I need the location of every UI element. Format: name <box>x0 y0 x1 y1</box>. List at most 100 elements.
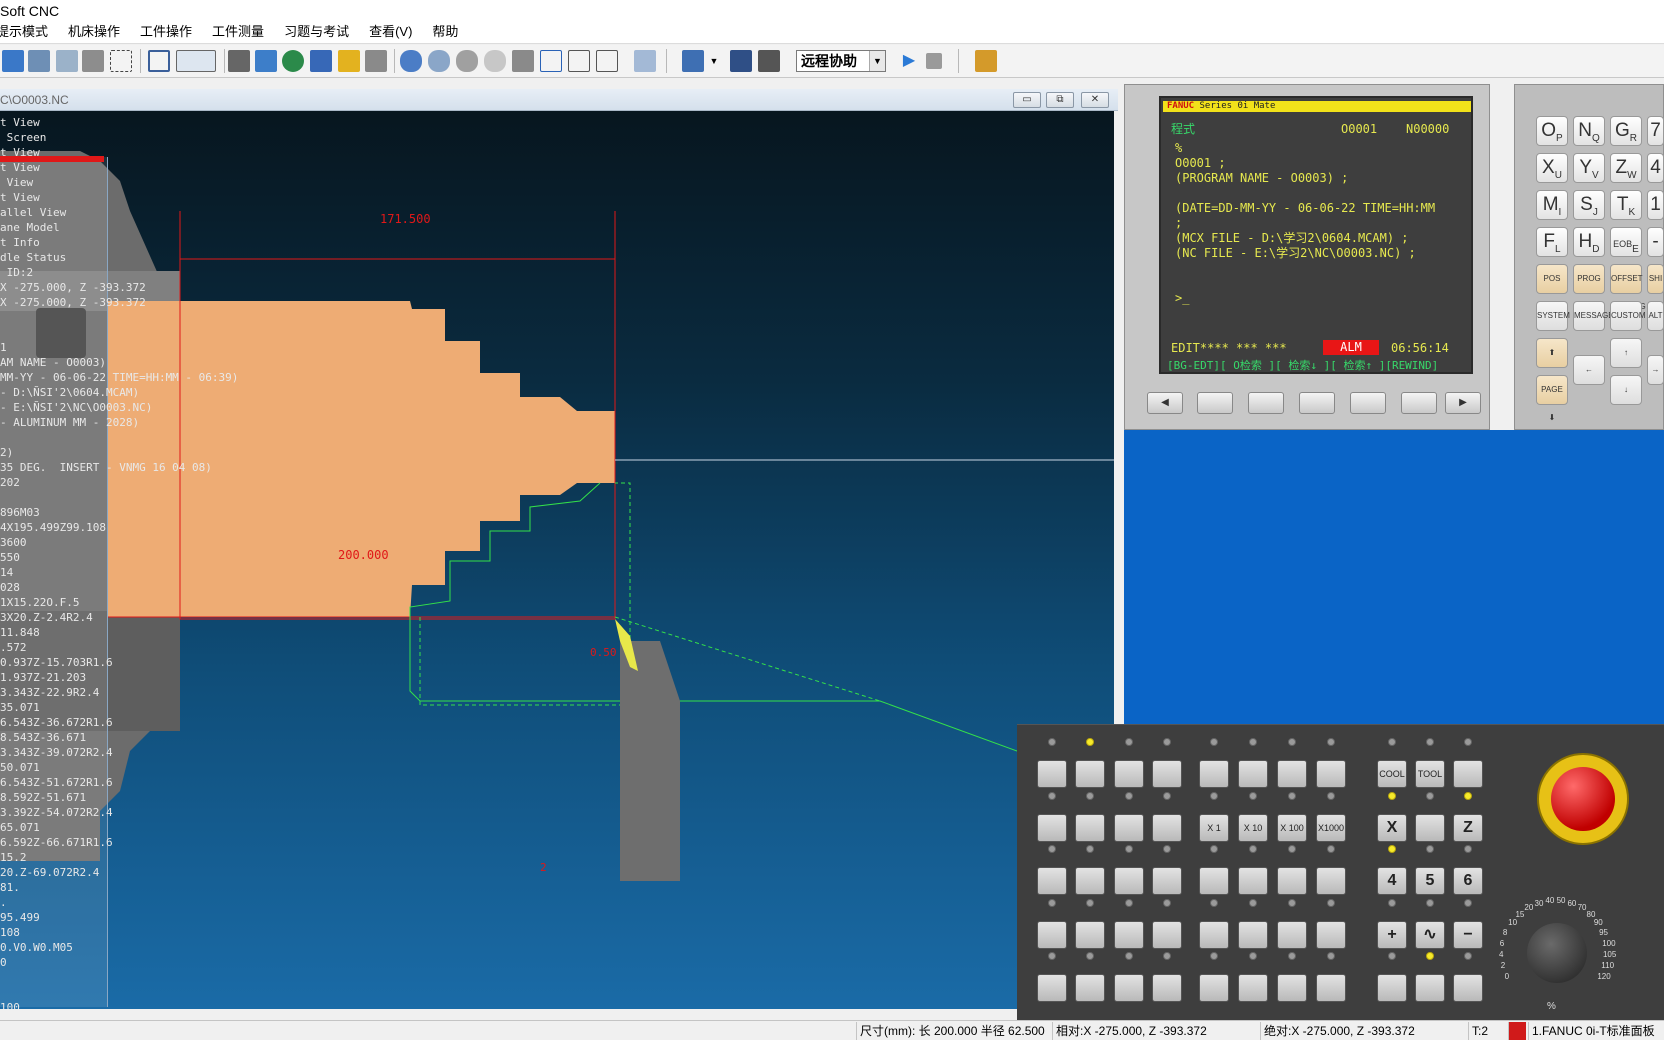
step-x1000-button[interactable]: X1000 <box>1316 814 1346 842</box>
menu-hint-mode[interactable]: 提示模式 <box>0 22 50 43</box>
save-as-icon[interactable] <box>758 50 780 72</box>
window-icon[interactable] <box>148 50 170 72</box>
blank-button-3-7[interactable] <box>1316 921 1346 949</box>
key-f[interactable]: FL <box>1536 227 1568 257</box>
func2-key-0[interactable]: SYSTEM <box>1536 301 1570 331</box>
mode-button-3-2[interactable] <box>1114 921 1144 949</box>
mode-button-2-3[interactable] <box>1152 867 1182 895</box>
blank-button-4-5[interactable] <box>1238 974 1268 1002</box>
softkey-4[interactable] <box>1350 392 1386 414</box>
func-key-0[interactable]: POS <box>1536 264 1568 294</box>
menu-workpiece-operation[interactable]: 工件操作 <box>138 22 194 43</box>
shape-4-icon[interactable] <box>484 50 506 72</box>
shape-1-icon[interactable] <box>400 50 422 72</box>
play-icon[interactable]: ▶ <box>898 50 920 72</box>
func-key-1[interactable]: PROG <box>1573 264 1605 294</box>
shape-8-icon[interactable] <box>596 50 618 72</box>
assist-mode-select[interactable]: 远程协助 ▼ <box>796 50 886 72</box>
mode-button-2-2[interactable] <box>1114 867 1144 895</box>
spindle-stop-button[interactable] <box>1415 974 1445 1002</box>
key-4[interactable]: 4 <box>1647 153 1664 183</box>
mode-button-4-2[interactable] <box>1114 974 1144 1002</box>
func2-key-1[interactable]: MESSAGE <box>1573 301 1614 331</box>
shape-3-icon[interactable] <box>456 50 478 72</box>
arrow-left-button[interactable]: ← <box>1573 355 1605 385</box>
blank-button-3-6[interactable] <box>1277 921 1307 949</box>
axis-6-button[interactable]: 6 <box>1453 867 1483 895</box>
func-key-3[interactable]: SHI <box>1647 264 1664 294</box>
softkey-1[interactable] <box>1197 392 1233 414</box>
pen-icon[interactable] <box>255 50 277 72</box>
blank-button-2-5[interactable] <box>1238 867 1268 895</box>
spindle-cw-button[interactable] <box>1377 974 1407 1002</box>
program-check-button[interactable] <box>1199 760 1229 788</box>
restore-button[interactable]: ⧉ <box>1046 92 1074 108</box>
save-icon[interactable] <box>730 50 752 72</box>
key-h[interactable]: HD <box>1573 227 1605 257</box>
edit-icon[interactable] <box>2 50 24 72</box>
arrow-up-button[interactable]: ↑ <box>1610 338 1642 368</box>
mode-button-0-1[interactable] <box>1075 760 1105 788</box>
mode-button-3-3[interactable] <box>1152 921 1182 949</box>
key-x[interactable]: XU <box>1536 153 1568 183</box>
key-g[interactable]: GR <box>1610 116 1642 146</box>
menu-workpiece-measure[interactable]: 工件测量 <box>210 22 266 43</box>
dropdown-arrow-icon[interactable]: ▼ <box>708 50 720 72</box>
blank-button[interactable] <box>1453 760 1483 788</box>
key-eob[interactable]: EOBE <box>1610 227 1642 257</box>
rotate-icon[interactable] <box>82 50 104 72</box>
mode-button-4-0[interactable] <box>1037 974 1067 1002</box>
display-icon[interactable] <box>682 50 704 72</box>
print-icon[interactable] <box>228 50 250 72</box>
jog-plus-button[interactable]: + <box>1377 921 1407 949</box>
mode-button-1-3[interactable] <box>1152 814 1182 842</box>
mode-button-1-2[interactable] <box>1114 814 1144 842</box>
mode-button-4-1[interactable] <box>1075 974 1105 1002</box>
step-x1-button[interactable]: X 1 <box>1199 814 1229 842</box>
rapid-button[interactable]: ∿ <box>1415 921 1445 949</box>
coolant-button[interactable]: COOL <box>1377 760 1407 788</box>
key-7[interactable]: 7 <box>1647 116 1664 146</box>
select-box-icon[interactable] <box>110 50 132 72</box>
hand-icon[interactable] <box>56 50 78 72</box>
close-button[interactable]: ✕ <box>1081 92 1109 108</box>
step-x100-button[interactable]: X 100 <box>1277 814 1307 842</box>
arrow-down-button[interactable]: ↓ <box>1610 375 1642 405</box>
menu-exercise-exam[interactable]: 习题与考试 <box>282 22 351 43</box>
key-s[interactable]: SJ <box>1573 190 1605 220</box>
wave-1-button[interactable] <box>1238 760 1268 788</box>
key-o[interactable]: OP <box>1536 116 1568 146</box>
axis-z-button[interactable]: Z <box>1453 814 1483 842</box>
blank-button-4-6[interactable] <box>1277 974 1307 1002</box>
key-y[interactable]: YV <box>1573 153 1605 183</box>
blank-button-4-7[interactable] <box>1316 974 1346 1002</box>
step-x10-button[interactable]: X 10 <box>1238 814 1268 842</box>
softkey-right-arrow[interactable]: ▶ <box>1445 392 1481 414</box>
menu-view[interactable]: 查看(V) <box>367 22 414 43</box>
spindle-ccw-button[interactable] <box>1453 974 1483 1002</box>
tool-change-button[interactable]: TOOL <box>1415 760 1445 788</box>
shape-6-icon[interactable] <box>540 50 562 72</box>
blank-button-3-4[interactable] <box>1199 921 1229 949</box>
mode-button-0-2[interactable] <box>1114 760 1144 788</box>
func2-key-3[interactable]: ALT <box>1647 301 1664 331</box>
mode-button-3-0[interactable] <box>1037 921 1067 949</box>
stop-icon[interactable] <box>926 53 942 69</box>
mode-button-2-0[interactable] <box>1037 867 1067 895</box>
blank-button-2-4[interactable] <box>1199 867 1229 895</box>
mode-button-3-1[interactable] <box>1075 921 1105 949</box>
page-down-button[interactable]: PAGE ⬇ <box>1536 375 1568 422</box>
arrow-right-button[interactable]: → <box>1647 355 1664 385</box>
func2-key-2[interactable]: CUSTOM GRAPH <box>1610 301 1646 348</box>
softkey-5[interactable] <box>1401 392 1437 414</box>
mode-button-1-0[interactable] <box>1037 814 1067 842</box>
shape-2-icon[interactable] <box>428 50 450 72</box>
axis-5-button[interactable]: 5 <box>1415 867 1445 895</box>
wave-2-button[interactable] <box>1277 760 1307 788</box>
tool-check-button[interactable] <box>1316 760 1346 788</box>
shape-9-icon[interactable] <box>634 50 656 72</box>
page-up-button[interactable]: ⬆ PAGE <box>1536 338 1568 385</box>
mode-button-1-1[interactable] <box>1075 814 1105 842</box>
key-m[interactable]: MI <box>1536 190 1568 220</box>
shape-5-icon[interactable] <box>512 50 534 72</box>
